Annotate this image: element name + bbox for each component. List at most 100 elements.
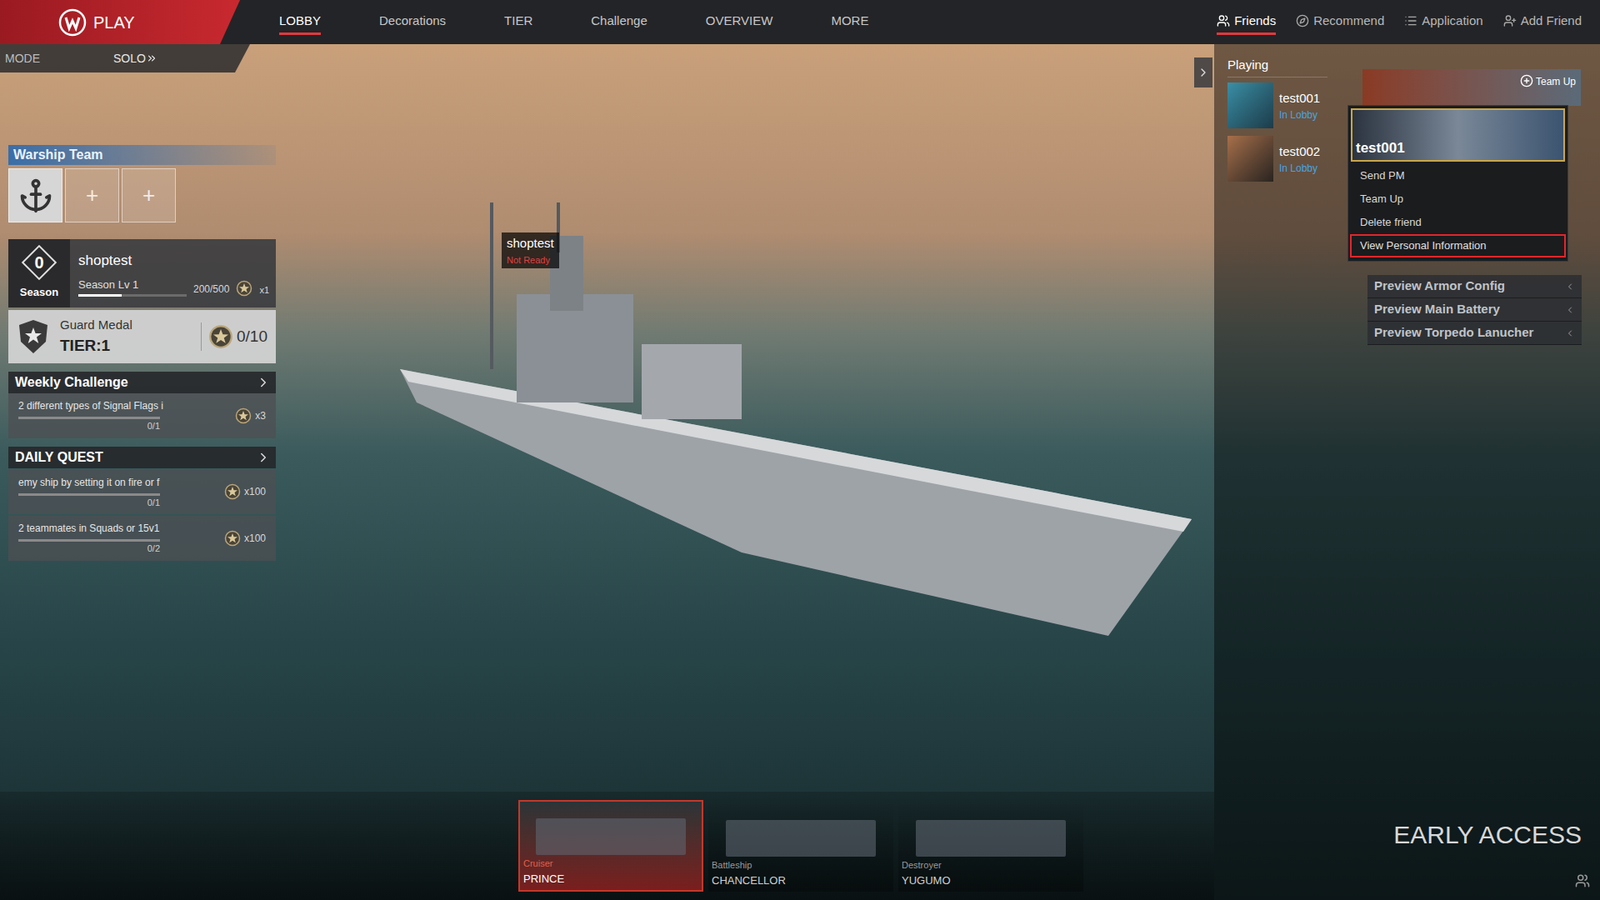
team-slot[interactable]: + xyxy=(121,168,176,223)
game-lobby: PLAY LOBBY Decorations TIER Challenge OVERVIE… xyxy=(0,0,1600,900)
season-reading: 200/500 xyxy=(193,281,230,297)
medal-name: Guard Medal xyxy=(60,315,201,335)
logo[interactable]: PLAY xyxy=(0,0,240,45)
ship-name: PRINCE xyxy=(523,870,699,888)
chevrons-right-icon xyxy=(145,52,158,65)
mode-label: MODE xyxy=(0,50,40,68)
coin-icon xyxy=(208,324,234,350)
quest-progress: 0/1 xyxy=(18,419,160,434)
quest-progress-bar xyxy=(18,539,160,542)
preview-menu-item[interactable]: Preview Armor Config xyxy=(1367,275,1582,299)
chevron-right-icon xyxy=(255,375,271,390)
collapse-button[interactable] xyxy=(1194,57,1213,88)
social-tab[interactable]: Add Friend xyxy=(1503,0,1582,45)
logo-icon xyxy=(58,8,87,37)
chevron-left-icon xyxy=(1565,305,1575,315)
context-menu-item[interactable]: View Personal Information xyxy=(1350,234,1566,258)
social-tab[interactable]: Recommend xyxy=(1295,0,1385,45)
ship-thumbnail xyxy=(725,820,876,857)
nav-item[interactable]: LOBBY xyxy=(279,0,321,45)
chevron-right-icon xyxy=(1196,65,1210,80)
ship-class: Battleship xyxy=(711,858,890,873)
nav-item[interactable]: OVERVIEW xyxy=(705,0,774,45)
friend-avatar xyxy=(1227,135,1274,182)
social-tab-icon xyxy=(1503,14,1517,28)
context-menu: test001 Send PMTeam UpDelete friendView P… xyxy=(1347,105,1569,262)
medal-row[interactable]: Guard MedalTIER:10/10 xyxy=(8,310,276,364)
context-menu-card: test001 xyxy=(1350,108,1565,162)
quest-text: 2 different types of Signal Flags i xyxy=(18,398,229,414)
friend-name: test002 xyxy=(1279,142,1320,162)
quest-row[interactable]: 2 teammates in Squads or 15v1 0/2 x100 xyxy=(8,515,276,561)
coin-icon xyxy=(235,280,253,297)
nav-item[interactable]: Challenge xyxy=(590,0,648,45)
quest-text: 2 teammates in Squads or 15v1 xyxy=(18,520,218,536)
friend-status: In Lobby xyxy=(1279,160,1320,176)
team-slot[interactable]: + xyxy=(65,168,120,223)
social-tab-icon xyxy=(1216,14,1230,28)
top-bar: PLAY LOBBY Decorations TIER Challenge OVERVIE… xyxy=(0,0,1600,45)
nav-item[interactable]: MORE xyxy=(830,0,869,45)
section-header[interactable]: Weekly Challenge xyxy=(8,371,276,394)
quest-reward: x100 xyxy=(244,530,266,546)
ship-thumbnail xyxy=(535,818,686,855)
friend-name: test001 xyxy=(1279,89,1320,109)
context-menu-item[interactable]: Delete friend xyxy=(1350,210,1566,235)
quest-row[interactable]: emy ship by setting it on fire or f0/1x1… xyxy=(8,470,276,515)
quest-progress: 0/1 xyxy=(18,495,160,510)
season-reward: x1 xyxy=(259,283,270,298)
users-icon[interactable] xyxy=(1575,873,1590,889)
social-nav: Friends Recommend Application Add Friend xyxy=(1216,0,1600,45)
event-banner[interactable]: Team Up xyxy=(1362,69,1581,106)
team-slot[interactable] xyxy=(8,168,63,223)
nav-item[interactable]: Decorations xyxy=(379,0,446,45)
season-box: 0 Season xyxy=(8,239,70,308)
social-tab-icon xyxy=(1404,14,1418,28)
quest-reward: x3 xyxy=(255,408,266,424)
medal-count: 0/10 xyxy=(236,325,268,350)
quest-text: emy ship by setting it on fire or f xyxy=(18,475,218,490)
preview-menu-item[interactable]: Preview Torpedo Lanucher xyxy=(1367,321,1582,345)
social-tab-icon xyxy=(1295,14,1310,28)
lobby-scene: MODESOLOWarship Team++0SeasonshoptestSea… xyxy=(0,44,1600,900)
anchor-icon xyxy=(17,177,55,215)
context-menu-item[interactable]: Team Up xyxy=(1350,187,1566,211)
ship-tag[interactable]: shoptestNot Ready xyxy=(501,232,560,269)
social-tab[interactable]: Friends xyxy=(1216,0,1276,45)
season-card: 0SeasonshoptestSeason Lv 1200/500x1 xyxy=(8,239,276,308)
team-slots: ++ xyxy=(8,168,276,223)
plus-icon xyxy=(1520,74,1534,88)
ship-card[interactable]: CruiserPRINCE xyxy=(518,800,704,892)
lobby-main: MODESOLOWarship Team++0SeasonshoptestSea… xyxy=(0,44,1215,900)
quest-row[interactable]: 2 different types of Signal Flags i 0/1 x3 xyxy=(8,393,276,439)
early-access-watermark: EARLY ACCESS xyxy=(1227,815,1600,854)
coin-icon xyxy=(224,483,241,500)
friends-panel: Playingtest001In Lobbytest002In LobbyEAR… xyxy=(1214,44,1600,900)
friend-avatar xyxy=(1227,82,1274,129)
ship-carousel: CruiserPRINCEBattleshipCHANCELLORDestroy… xyxy=(0,791,1215,900)
ship-card[interactable]: BattleshipCHANCELLOR xyxy=(708,800,894,892)
shield-icon xyxy=(16,318,50,355)
season-number: 0 xyxy=(34,250,44,275)
mode-bar[interactable]: MODESOLO xyxy=(0,44,250,73)
ship-card[interactable]: DestroyerYUGUMO xyxy=(898,800,1084,892)
main-nav: LOBBY Decorations TIER Challenge OVERVIEW MOR… xyxy=(279,0,869,45)
ship-name: CHANCELLOR xyxy=(711,872,890,890)
context-menu-item[interactable]: Send PM xyxy=(1350,164,1566,188)
social-tab[interactable]: Application xyxy=(1404,0,1483,45)
section-header[interactable]: DAILY QUEST xyxy=(8,446,276,469)
ship-name: YUGUMO xyxy=(901,872,1080,890)
coin-icon xyxy=(224,530,241,547)
preview-menu-item[interactable]: Preview Main Battery xyxy=(1367,298,1582,322)
ship-thumbnail xyxy=(915,820,1066,857)
quest-progress-bar xyxy=(18,416,160,420)
chevron-left-icon xyxy=(1565,281,1575,292)
season-label: Season xyxy=(20,284,59,301)
context-menu-title: test001 xyxy=(1355,137,1405,160)
player-name: shoptest xyxy=(78,250,270,272)
ship-class: Cruiser xyxy=(523,856,699,871)
chevron-right-icon xyxy=(255,450,271,465)
quest-progress-bar xyxy=(18,493,160,496)
quest-progress: 0/2 xyxy=(18,541,160,556)
nav-item[interactable]: TIER xyxy=(504,0,533,45)
